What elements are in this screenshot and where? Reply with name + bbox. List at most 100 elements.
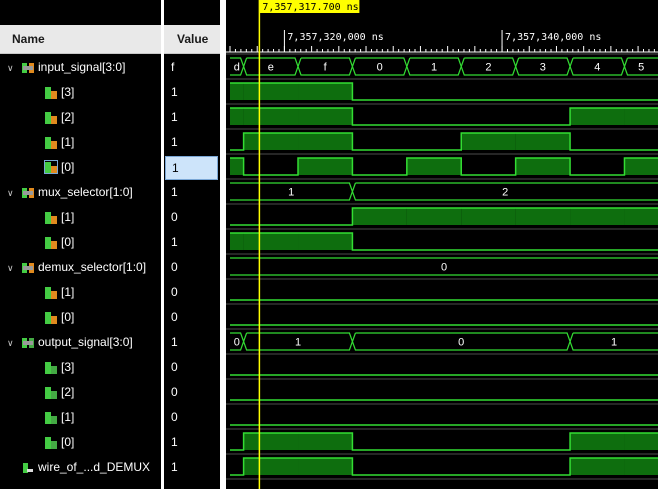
wave-high-fill [352,208,407,225]
signal-value-cell[interactable]: 1 [164,130,218,155]
bus-value-label: 3 [540,62,546,74]
signal-value: 1 [171,235,178,249]
signal-row[interactable]: [0] [0,155,161,180]
signal-name: [1] [61,210,75,224]
bus-value-label: 5 [638,62,644,74]
bus-value-label: 2 [485,62,491,74]
expand-chevron-icon[interactable]: ∨ [7,188,14,199]
wave-high-fill [243,458,299,475]
expand-chevron-icon[interactable]: ∨ [7,263,14,274]
signal-row[interactable]: ∨ output_signal[3:0] [0,330,161,355]
signal-row[interactable]: [3] [0,80,161,105]
waveform-canvas[interactable]: 7,357,320,000 ns 7,357,340,000 ns d e f 0 1 2 3 4… [226,0,658,489]
signal-value-cell[interactable]: 0 [164,305,218,330]
value-column-title: Value [177,32,209,46]
signal-name: [3] [61,360,75,374]
signal-row[interactable]: [1] [0,405,161,430]
signal-value: 0 [171,360,178,374]
signal-row[interactable]: ∨ mux_selector[1:0] [0,180,161,205]
wave-high-fill [298,458,353,475]
signal-row[interactable]: [0] [0,305,161,330]
wave-high-fill [230,108,244,125]
signal-value-cell[interactable]: 0 [164,280,218,305]
signal-value-cell[interactable]: 1 [164,330,218,355]
signal-value-cell[interactable]: 1 [164,230,218,255]
bus-value-label: f [324,62,328,74]
wire-icon [22,461,34,473]
wave-high-fill [298,433,353,450]
cursor-time-label: 7,357,317.700 ns [262,2,358,13]
signal-row[interactable]: [3] [0,355,161,380]
signal-value-cell[interactable]: 1 [164,180,218,205]
signal-value: 1 [171,335,178,349]
signal-value-cell[interactable]: 0 [164,380,218,405]
signal-value-cell[interactable]: 0 [164,355,218,380]
signal-value: 1 [171,185,178,199]
signal-value-cell[interactable]: 1 [164,80,218,105]
name-panel: Name ∨ input_signal[3:0] [3] [2] [1] [0] ∨ mux_… [0,0,161,489]
signal-value: 0 [171,310,178,324]
bit-icon [45,86,57,99]
time-tick-label: 7,357,320,000 ns [287,32,383,43]
wave-high-fill [243,83,299,100]
signal-value: 1 [171,460,178,474]
wave-high-fill [570,108,625,125]
name-column-header[interactable]: Name [0,25,161,54]
wave-high-fill [570,433,625,450]
wave-high-fill [515,133,571,150]
wave-high-fill [570,208,625,225]
wave-high-fill [298,108,353,125]
signal-row[interactable]: [0] [0,230,161,255]
value-panel: Value f 1 1 1 1 1 0 1 0 0 0 1 0 0 0 1 1 [164,0,220,489]
signal-value-cell[interactable]: 0 [164,405,218,430]
signal-name: [3] [61,85,75,99]
bus-icon [22,261,34,273]
signal-value-cell[interactable]: 1 [164,430,218,455]
bit-output-icon [45,361,57,374]
wave-high-fill [298,133,353,150]
signal-value-cell[interactable]: 1 [165,156,218,180]
wave-high-fill [243,108,299,125]
signal-name: [1] [61,285,75,299]
signal-row[interactable]: [1] [0,205,161,230]
signal-row[interactable]: wire_of_...d_DEMUX [0,455,161,480]
signal-name: [0] [61,310,75,324]
signal-value: 0 [171,385,178,399]
signal-row[interactable]: [1] [0,130,161,155]
signal-value-cell[interactable]: 0 [164,205,218,230]
signal-row[interactable]: [2] [0,380,161,405]
signal-row[interactable]: [2] [0,105,161,130]
signal-value-cell[interactable]: f [164,55,218,80]
bus-value-label: d [234,62,240,74]
signal-name: [0] [61,435,75,449]
bit-icon [45,286,57,299]
signal-name: wire_of_...d_DEMUX [38,460,151,474]
signal-row[interactable]: [0] [0,430,161,455]
wave-high-fill [298,158,353,175]
bus-value-label: e [268,62,274,74]
signal-value-cell[interactable]: 1 [164,105,218,130]
wave-high-fill [515,158,571,175]
expand-chevron-icon[interactable]: ∨ [7,63,14,74]
bus-value-label: 1 [431,62,437,74]
signal-value: 1 [172,161,179,175]
wave-high-fill [624,108,658,125]
signal-row[interactable]: ∨ input_signal[3:0] [0,55,161,80]
signal-row[interactable]: [1] [0,280,161,305]
signal-row[interactable]: ∨ demux_selector[1:0] [0,255,161,280]
wave-high-fill [298,83,353,100]
bit-icon [45,136,57,149]
waveform-view[interactable]: 7,357,320,000 ns 7,357,340,000 ns d e f 0 1 2 3 4… [226,0,658,489]
signal-value: 1 [171,135,178,149]
signal-value: 0 [171,410,178,424]
expand-chevron-icon[interactable]: ∨ [7,338,14,349]
signal-value: 0 [171,210,178,224]
signal-value-cell[interactable]: 0 [164,255,218,280]
wave-high-fill [230,233,244,250]
wave-high-fill [461,133,516,150]
signal-value-cell[interactable]: 1 [164,455,218,480]
value-column-header[interactable]: Value [164,25,220,54]
bit-output-icon [45,436,57,449]
wave-high-fill [298,233,353,250]
wave-high-fill [406,208,462,225]
